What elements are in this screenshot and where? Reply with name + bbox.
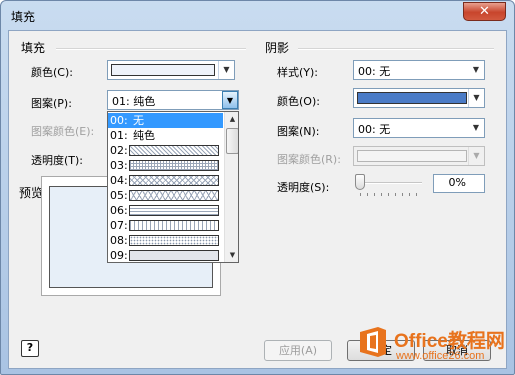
shadow-transparency-label: 透明度(S):	[277, 181, 330, 194]
chevron-down-icon[interactable]: ▼	[222, 91, 238, 109]
shadow-pattern-value: 00: 无	[358, 123, 391, 136]
pattern-swatch	[129, 160, 219, 171]
shadow-pattern-color-dropdown[interactable]: ▼	[353, 146, 485, 166]
pattern-swatch	[129, 175, 219, 186]
pattern-swatch	[129, 190, 219, 201]
dropdown-item-code: 09:	[110, 249, 128, 262]
pattern-swatch	[129, 220, 219, 231]
dropdown-item-code: 01:	[110, 129, 128, 142]
dialog-window: 填充 ✕ 填充 颜色(C): ▼ 图案(P): 01: 纯色 ▼ 图案颜色(E)…	[0, 0, 515, 375]
shadow-transparency-slider[interactable]	[355, 174, 365, 190]
close-button[interactable]: ✕	[463, 2, 506, 21]
fill-pattern-color-label: 图案颜色(E):	[31, 125, 95, 138]
chevron-down-icon[interactable]: ▼	[218, 61, 234, 79]
watermark-site: www.office26.com	[396, 350, 485, 362]
shadow-pattern-label: 图案(N):	[277, 125, 320, 138]
fill-pattern-value: 01: 纯色	[112, 95, 156, 108]
shadow-section-title: 阴影	[265, 41, 290, 55]
dropdown-item[interactable]: 00: 无	[108, 113, 223, 128]
chevron-down-icon[interactable]: ▼	[468, 89, 484, 107]
scroll-up-icon[interactable]: ▲	[225, 112, 238, 126]
dialog-title: 填充	[11, 10, 36, 24]
dropdown-item-label: 无	[133, 114, 144, 127]
slider-ticks	[360, 193, 422, 196]
chevron-down-icon[interactable]: ▼	[468, 119, 484, 137]
shadow-transparency-input[interactable]: 0%	[433, 174, 485, 193]
chevron-down-icon[interactable]: ▼	[468, 147, 484, 165]
fill-pattern-dropdown[interactable]: 01: 纯色 ▼	[107, 90, 239, 110]
help-button[interactable]: ?	[21, 340, 39, 357]
dropdown-scrollbar[interactable]: ▲ ▼	[224, 112, 238, 262]
dropdown-item-code: 07:	[110, 219, 128, 232]
dropdown-item[interactable]: 07:	[108, 218, 223, 233]
shadow-style-value: 00: 无	[358, 65, 391, 78]
shadow-transparency-track[interactable]	[360, 182, 422, 184]
shadow-color-swatch	[357, 92, 467, 104]
dropdown-item[interactable]: 03:	[108, 158, 223, 173]
fill-section-divider	[56, 48, 246, 50]
fill-color-label: 颜色(C):	[31, 66, 73, 79]
pattern-swatch	[129, 145, 219, 156]
chevron-down-icon[interactable]: ▼	[468, 61, 484, 79]
shadow-pattern-color-label: 图案颜色(R):	[277, 153, 341, 166]
dropdown-item[interactable]: 04:	[108, 173, 223, 188]
dropdown-item[interactable]: 06:	[108, 203, 223, 218]
shadow-color-label: 颜色(O):	[277, 95, 320, 108]
title-bar[interactable]: 填充 ✕	[1, 1, 514, 31]
dropdown-item-code: 08:	[110, 234, 128, 247]
dropdown-item[interactable]: 02:	[108, 143, 223, 158]
dropdown-item[interactable]: 08:	[108, 233, 223, 248]
pattern-swatch	[129, 250, 219, 261]
watermark-title: Office教程网	[394, 331, 505, 352]
shadow-style-dropdown[interactable]: 00: 无 ▼	[353, 60, 485, 80]
fill-color-dropdown[interactable]: ▼	[107, 60, 235, 80]
shadow-pattern-color-swatch	[357, 150, 467, 162]
fill-transparency-label: 透明度(T):	[31, 154, 84, 167]
fill-color-swatch	[111, 64, 215, 76]
scroll-down-icon[interactable]: ▼	[225, 248, 238, 262]
preview-label: 预览	[19, 186, 44, 200]
pattern-swatch	[129, 205, 219, 216]
dropdown-item[interactable]: 05:	[108, 188, 223, 203]
dropdown-item[interactable]: 09:	[108, 248, 223, 262]
dropdown-item-code: 05:	[110, 189, 128, 202]
dropdown-item-code: 06:	[110, 204, 128, 217]
apply-button[interactable]: 应用(A)	[264, 340, 332, 361]
office-logo-icon	[360, 327, 386, 357]
shadow-style-label: 样式(Y):	[277, 66, 319, 79]
scrollbar-thumb[interactable]	[226, 128, 238, 154]
shadow-pattern-dropdown[interactable]: 00: 无 ▼	[353, 118, 485, 138]
dropdown-item-code: 02:	[110, 144, 128, 157]
pattern-dropdown-list: 00: 无 01: 纯色 02: 03: 04: 05: 06: 07: 08: 09: ▲ ▼	[107, 111, 239, 263]
dropdown-item[interactable]: 01: 纯色	[108, 128, 223, 143]
dropdown-item-code: 00:	[110, 114, 128, 127]
dropdown-item-label: 纯色	[133, 129, 155, 142]
pattern-swatch	[129, 235, 219, 246]
fill-section-title: 填充	[21, 41, 46, 55]
dropdown-item-code: 03:	[110, 159, 128, 172]
fill-pattern-label: 图案(P):	[31, 97, 72, 110]
dropdown-item-code: 04:	[110, 174, 128, 187]
shadow-color-dropdown[interactable]: ▼	[353, 88, 485, 108]
shadow-section-divider	[298, 48, 494, 50]
